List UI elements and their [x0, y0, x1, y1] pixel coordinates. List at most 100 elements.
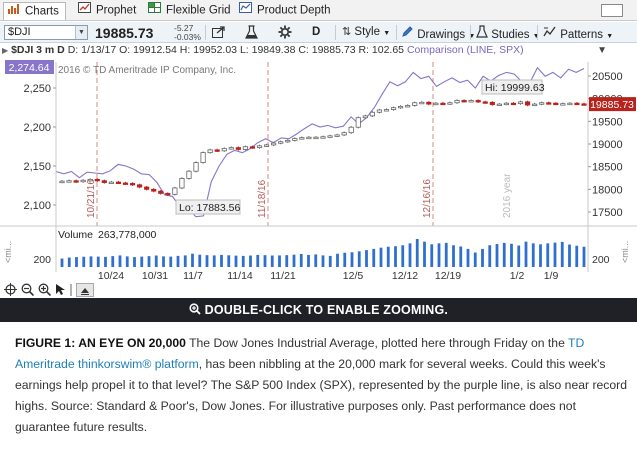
volume-bar: [314, 254, 318, 267]
left-tick-label: 2,250: [23, 83, 51, 95]
volume-bar: [140, 256, 144, 267]
studies-menu[interactable]: Studies ▼: [476, 25, 540, 41]
low-annotation-label: Lo: 17883.56: [179, 202, 240, 214]
volume-bar: [401, 245, 405, 267]
year-label: 2016 year: [502, 173, 513, 218]
candle-body: [362, 115, 368, 119]
toolbar-divider: [537, 25, 538, 40]
date-marker-label: 11/18/16: [257, 179, 268, 218]
magnifier-icon: [189, 303, 201, 317]
volume-bar: [502, 242, 506, 267]
volume-bar: [249, 255, 252, 267]
studies-flask-button[interactable]: [245, 25, 258, 40]
volume-bar: [162, 256, 165, 267]
volume-bar: [133, 257, 136, 267]
settings-button[interactable]: [278, 25, 292, 40]
zoom-in-icon[interactable]: [38, 283, 52, 299]
left-tick-label: 2,100: [23, 200, 51, 212]
symbol-input[interactable]: $DJI ▼: [4, 25, 88, 40]
candle-body: [517, 101, 524, 105]
volume-bar: [481, 248, 484, 267]
candle-body: [320, 136, 326, 139]
flask-icon: [245, 25, 258, 42]
candle-body: [249, 146, 256, 149]
patterns-icon: [543, 26, 557, 41]
candle-body: [151, 188, 157, 192]
volume-bar: [118, 255, 122, 267]
symbol-value: $DJI: [8, 26, 31, 38]
volume-bar: [227, 255, 231, 267]
share-button[interactable]: [212, 25, 226, 40]
volume-bar: [198, 254, 202, 267]
candle-body: [108, 181, 114, 184]
volume-bar: [169, 256, 173, 267]
pan-icon[interactable]: [76, 283, 94, 297]
tab-charts[interactable]: Charts: [3, 2, 66, 20]
chevron-right-icon[interactable]: ▶: [2, 46, 8, 55]
candle-body: [532, 103, 538, 107]
volume-bar: [183, 255, 187, 267]
volume-label: Volume: [58, 229, 93, 241]
volume-bar: [488, 245, 492, 267]
candle-body: [122, 182, 129, 185]
x-tick-label: 11/14: [227, 270, 253, 282]
chevron-down-icon[interactable]: ▼: [75, 26, 87, 39]
tab-prophet[interactable]: Prophet: [74, 2, 142, 20]
candle-body: [242, 146, 248, 150]
candle-body: [482, 101, 488, 104]
candle-body: [207, 149, 213, 154]
date-marker-label: 10/21/16: [86, 179, 97, 218]
prophet-icon: [78, 2, 91, 19]
toolbar-divider: [205, 25, 206, 40]
crosshair-icon[interactable]: [4, 283, 17, 299]
symbol-period: $DJI 3 m D: [11, 44, 65, 56]
candle-body: [567, 102, 573, 106]
high-annotation-label: Hi: 19999.63: [485, 82, 545, 94]
tab-flexible-grid[interactable]: Flexible Grid: [144, 2, 237, 20]
drag-icon[interactable]: [68, 284, 74, 299]
bar-range: R: 102.65: [358, 44, 405, 56]
comparison-label: Comparison (LINE, SPX): [406, 44, 524, 56]
volume-bar: [459, 246, 463, 267]
figure-caption: FIGURE 1: AN EYE ON 20,000 The Dow Jones…: [15, 333, 627, 438]
zoom-out-icon[interactable]: [21, 283, 35, 299]
spx-current-label: 2,274.64: [9, 62, 50, 74]
patterns-menu[interactable]: Patterns ▼: [543, 25, 613, 41]
volume-bar: [379, 247, 383, 267]
volume-tick-right: 200: [592, 254, 610, 266]
style-menu[interactable]: ⇅ Style ▼: [342, 25, 390, 40]
volume-bar: [539, 244, 542, 267]
candle-body: [369, 111, 375, 117]
volume-bar: [263, 255, 267, 267]
volume-bar: [241, 255, 245, 267]
volume-bar: [423, 241, 426, 267]
candle-body: [263, 144, 270, 147]
pencil-icon: [401, 26, 414, 41]
price-chart[interactable]: 10/21/16 11/18/16 12/16/16 2016 year 2,100 2…: [0, 58, 637, 282]
candle-body: [334, 134, 340, 137]
volume-bar: [343, 252, 347, 267]
right-tick-label: 18500: [592, 162, 623, 174]
candle-body: [271, 142, 277, 146]
zoom-banner[interactable]: DOUBLE-CLICK TO ENABLE ZOOMING.: [0, 298, 637, 322]
volume-bar: [104, 256, 107, 267]
x-tick-label: 12/12: [392, 270, 418, 282]
candle-body: [560, 103, 566, 106]
volume-bar: [60, 258, 64, 267]
tab-product-depth[interactable]: Product Depth: [235, 2, 337, 20]
pointer-icon[interactable]: [55, 283, 66, 299]
volume-bar: [568, 244, 571, 267]
volume-bar: [328, 255, 332, 267]
volume-bar: [292, 254, 296, 267]
candle-body: [574, 102, 580, 106]
window-button[interactable]: [601, 4, 623, 17]
volume-bar: [75, 257, 78, 267]
change-percent: -0.03%: [174, 32, 201, 42]
drawings-menu[interactable]: Drawings ▼: [401, 25, 475, 41]
aggregation-select[interactable]: D: [312, 25, 320, 40]
collapse-icon[interactable]: ▼: [597, 44, 607, 57]
volume-bar: [495, 244, 499, 267]
candle-body: [179, 178, 185, 189]
candle-body: [66, 180, 72, 183]
candle-body: [454, 100, 460, 104]
